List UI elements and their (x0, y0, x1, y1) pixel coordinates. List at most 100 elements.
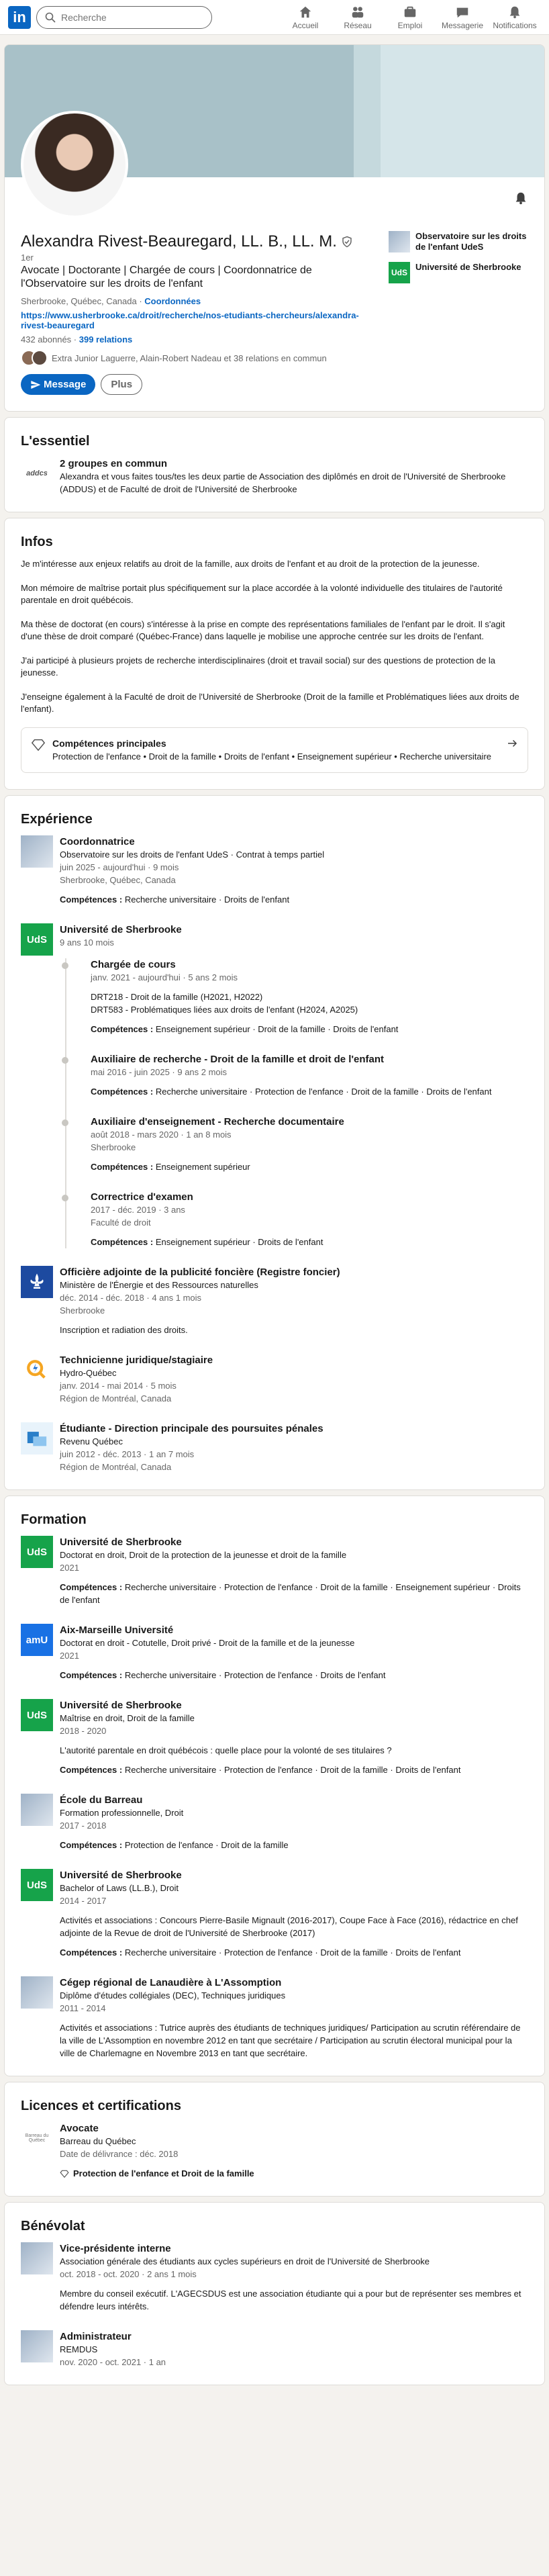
notification-bell-icon[interactable] (513, 191, 528, 205)
education-item[interactable]: École du Barreau Formation professionnell… (21, 1794, 528, 1851)
experience-role[interactable]: Auxiliaire de recherche - Droit de la fa… (62, 1053, 528, 1098)
top-skills-box[interactable]: Compétences principales Protection de l'… (21, 727, 528, 773)
nav-notifications[interactable]: Notifications (489, 5, 541, 30)
experience-item[interactable]: Étudiante - Direction principale des pou… (21, 1422, 528, 1473)
school-logo (21, 1976, 53, 2009)
uds-logo: UdS (389, 262, 410, 283)
volunteer-item[interactable]: Administrateur REMDUS nov. 2020 - oct. 2… (21, 2330, 528, 2368)
profile-card: Alexandra Rivest-Beauregard, LL. B., LL.… (4, 44, 545, 412)
role-place: Faculté de droit (91, 1217, 151, 1228)
skills-label: Compétences : (60, 1582, 123, 1592)
vol-desc: Membre du conseil exécutif. L'AGECSDUS e… (60, 2289, 521, 2311)
exp-org-title[interactable]: Université de Sherbrooke (60, 923, 528, 936)
skills-value: Recherche universitaire · Protection de … (155, 1087, 492, 1097)
role-desc: DRT583 - Problématiques liées aux droits… (91, 1005, 358, 1015)
hydro-quebec-logo (21, 1354, 53, 1386)
role-dates: janv. 2021 - aujourd'hui · 5 ans 2 mois (91, 972, 238, 982)
education-item[interactable]: Cégep régional de Lanaudière à L'Assompt… (21, 1976, 528, 2060)
message-button[interactable]: Message (21, 374, 96, 395)
skills-label: Compétences : (60, 1947, 123, 1958)
vol-title: Administrateur (60, 2331, 132, 2342)
role-title: Auxiliaire de recherche - Droit de la fa… (91, 1054, 385, 1065)
avatar[interactable] (21, 111, 128, 218)
nav-network[interactable]: Réseau (332, 5, 384, 30)
vol-org: Association générale des étudiants aux c… (60, 2256, 430, 2266)
essentiel-section: L'essentiel addcs 2 groupes en commun Al… (4, 417, 545, 512)
connection-degree: 1er (21, 252, 34, 263)
nav-jobs[interactable]: Emploi (384, 5, 436, 30)
role-desc: DRT218 - Droit de la famille (H2021, H20… (91, 992, 263, 1002)
nav-messaging[interactable]: Messagerie (436, 5, 489, 30)
exp-org: Revenu Québec (60, 1436, 123, 1446)
school-name: École du Barreau (60, 1794, 143, 1806)
contact-info-link[interactable]: Coordonnées (144, 296, 201, 306)
education-org-name: Université de Sherbrooke (415, 262, 521, 272)
licence-item[interactable]: Barreau du Québec Avocate Barreau du Qué… (21, 2122, 528, 2180)
experience-item[interactable]: Technicienne juridique/stagiaire Hydro-Q… (21, 1354, 528, 1405)
profile-website-link[interactable]: https://www.usherbrooke.ca/droit/recherc… (21, 310, 381, 330)
search-box[interactable] (36, 5, 212, 29)
edu-dates: 2021 (60, 1563, 79, 1573)
skills-value: Recherche universitaire · Protection de … (124, 1765, 461, 1775)
exp-dates: janv. 2014 - mai 2014 · 5 mois (60, 1381, 177, 1391)
exp-dates: juin 2012 - déc. 2013 · 1 an 7 mois (60, 1449, 195, 1459)
education-org[interactable]: UdS Université de Sherbrooke (389, 262, 528, 283)
skills-label: Compétences : (91, 1087, 154, 1097)
search-input[interactable] (61, 11, 195, 23)
search-icon (45, 12, 56, 23)
skills-label: Compétences : (60, 1670, 123, 1680)
exp-place: Région de Montréal, Canada (60, 1393, 172, 1404)
role-dates: 2017 - déc. 2019 · 3 ans (91, 1205, 185, 1215)
school-name: Aix-Marseille Université (60, 1624, 174, 1636)
about-paragraph: J'ai participé à plusieurs projets de re… (21, 655, 496, 678)
connections-link[interactable]: 399 relations (79, 334, 133, 344)
skills-label: Compétences : (60, 894, 123, 905)
top-skills-title: Compétences principales (52, 738, 166, 749)
role-dates: mai 2016 - juin 2025 · 9 ans 2 mois (91, 1067, 228, 1077)
profile-location: Sherbrooke, Québec, Canada · Coordonnées (21, 296, 201, 306)
fleur-de-lis-icon (21, 1266, 53, 1298)
linkedin-logo[interactable]: in (8, 5, 31, 29)
experience-item[interactable]: Coordonnatrice Observatoire sur les droi… (21, 835, 528, 906)
current-org[interactable]: Observatoire sur les droits de l'enfant … (389, 231, 528, 252)
vol-dates: oct. 2018 - oct. 2020 · 2 ans 1 mois (60, 2269, 197, 2279)
mutual-connections[interactable]: Extra Junior Laguerre, Alain-Robert Nade… (21, 350, 381, 366)
experience-role[interactable]: Auxiliaire d'enseignement - Recherche do… (62, 1115, 528, 1173)
education-item[interactable]: UdS Université de Sherbrooke Bachelor of L… (21, 1869, 528, 1959)
top-skills-list: Protection de l'enfance • Droit de la fa… (52, 751, 491, 762)
vol-title: Vice-présidente interne (60, 2243, 171, 2254)
mutual-text: Extra Junior Laguerre, Alain-Robert Nade… (52, 353, 327, 363)
mutual-avatar (32, 350, 48, 366)
exp-total-duration: 9 ans 10 mois (60, 937, 114, 948)
skills-label: Compétences : (91, 1024, 154, 1034)
verified-shield-icon[interactable] (341, 236, 353, 248)
school-logo (21, 1794, 53, 1826)
edu-extra: L'autorité parentale en droit québécois … (60, 1745, 392, 1755)
exp-place: Sherbrooke, Québec, Canada (60, 875, 176, 885)
nav-messaging-label: Messagerie (441, 20, 484, 30)
experience-item[interactable]: Officière adjointe de la publicité fonci… (21, 1266, 528, 1336)
education-item[interactable]: UdS Université de Sherbrooke Maîtrise en d… (21, 1699, 528, 1776)
role-title: Chargée de cours (91, 959, 176, 970)
licence-skill: Protection de l'enfance et Droit de la f… (73, 2168, 254, 2178)
uds-logo: UdS (21, 923, 53, 956)
nav-home[interactable]: Accueil (279, 5, 332, 30)
volunteer-item[interactable]: Vice-présidente interne Association géné… (21, 2242, 528, 2313)
exp-org: Ministère de l'Énergie et des Ressources… (60, 1280, 258, 1290)
skills-value: Recherche universitaire · Droits de l'en… (124, 894, 290, 905)
exp-place: Sherbrooke (60, 1305, 105, 1316)
degree-text: Bachelor of Laws (LL.B.), Droit (60, 1883, 179, 1893)
groups-heading[interactable]: 2 groupes en commun (60, 457, 528, 470)
education-item[interactable]: amU Aix-Marseille Université Doctorat en d… (21, 1624, 528, 1682)
section-title: Infos (21, 535, 53, 549)
experience-role[interactable]: Correctrice d'examen 2017 - déc. 2019 · … (62, 1191, 528, 1248)
education-item[interactable]: UdS Université de Sherbrooke Doctorat en d… (21, 1536, 528, 1606)
more-button[interactable]: Plus (101, 374, 143, 395)
experience-role[interactable]: Chargée de cours janv. 2021 - aujourd'hu… (62, 958, 528, 1036)
degree-text: Maîtrise en droit, Droit de la famille (60, 1713, 195, 1723)
education-section: Formation UdS Université de Sherbrooke Doc… (4, 1496, 545, 2076)
exp-org: Observatoire sur les droits de l'enfant … (60, 849, 325, 860)
vol-org: REMDUS (60, 2344, 98, 2354)
arrow-right-icon[interactable] (506, 737, 518, 749)
degree-text: Diplôme d'études collégiales (DEC), Tech… (60, 1990, 286, 2000)
